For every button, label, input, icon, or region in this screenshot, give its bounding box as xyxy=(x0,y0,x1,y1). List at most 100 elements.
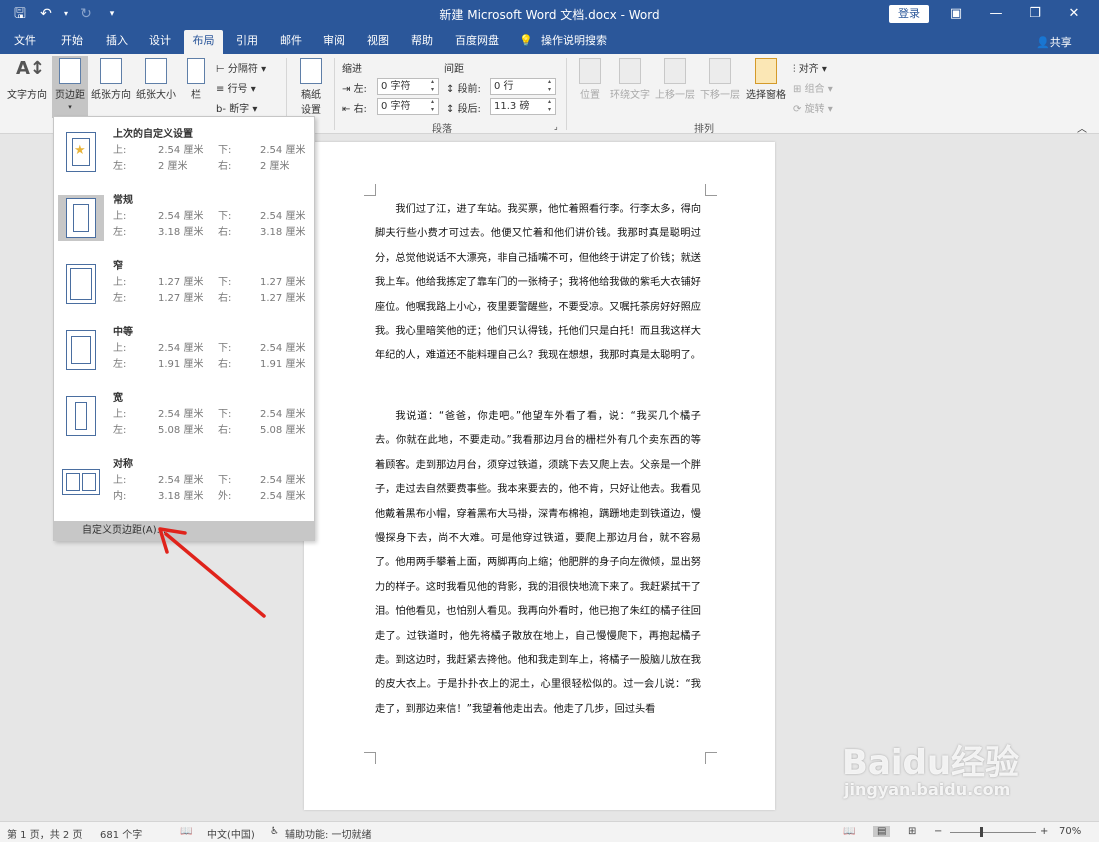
narrow-margins-icon xyxy=(58,261,104,307)
indent-left-input[interactable]: 0 字符 xyxy=(377,78,439,95)
spacing-before-input[interactable]: 0 行 xyxy=(490,78,556,95)
quick-access-toolbar: 🖫 ↶ ▾ ↻ ▾ xyxy=(10,4,122,24)
text-direction-label: 文字方向 xyxy=(7,90,47,101)
tab-file[interactable]: 文件 xyxy=(8,30,42,54)
word-count[interactable]: 681 个字 xyxy=(100,826,142,841)
spacing-after-input[interactable]: 11.3 磅 xyxy=(490,98,556,115)
margin-option-normal[interactable]: 常规 上: 2.54 厘米 下: 2.54 厘米 左: 3.18 厘米 右: 3… xyxy=(54,187,314,253)
close-button[interactable]: ✕ xyxy=(1056,0,1092,30)
send-backward-button[interactable]: 下移一层 xyxy=(698,58,742,118)
tell-me-search[interactable]: 操作说明搜索 xyxy=(538,30,610,54)
wide-margins-icon xyxy=(58,393,104,439)
save-icon[interactable]: 🖫 xyxy=(10,4,30,24)
sign-in-button[interactable]: 登录 xyxy=(889,5,929,23)
title-bar: 🖫 ↶ ▾ ↻ ▾ 新建 Microsoft Word 文档.docx - Wo… xyxy=(0,0,1099,30)
position-button[interactable]: 位置 xyxy=(574,58,606,118)
columns-button[interactable]: 栏 xyxy=(184,58,208,118)
spacing-before-icon: ↕ xyxy=(446,84,458,95)
text-direction-icon: A↕ xyxy=(16,58,46,79)
align-button[interactable]: ⫶ 对齐 ▾ xyxy=(793,60,827,75)
zoom-in-button[interactable]: + xyxy=(1040,826,1048,837)
paragraph-dialog-launcher-icon[interactable]: ⌟ xyxy=(554,122,558,131)
group-button[interactable]: ⊞ 组合 ▾ xyxy=(793,80,833,95)
accessibility-status[interactable]: 辅助功能: 一切就绪 xyxy=(285,826,372,841)
tab-view[interactable]: 视图 xyxy=(360,30,396,54)
margin-option-moderate[interactable]: 中等 上: 2.54 厘米 下: 2.54 厘米 左: 1.91 厘米 右: 1… xyxy=(54,319,314,385)
undo-dropdown-icon[interactable]: ▾ xyxy=(62,4,70,24)
document-paragraph-1[interactable]: 我们过了江，进了车站。我买票，他忙着照看行李。行李太多，得向脚夫行些小费才可过去… xyxy=(375,198,701,369)
collapse-ribbon-icon[interactable]: ︿ xyxy=(1077,120,1087,135)
person-icon: 👤 xyxy=(1036,36,1050,49)
web-layout-icon[interactable]: ⊞ xyxy=(908,826,916,837)
spacing-after-icon: ↕ xyxy=(446,104,458,115)
margins-icon xyxy=(59,58,81,84)
hyphenation-label: 断字 xyxy=(229,104,250,115)
columns-label: 栏 xyxy=(191,90,201,101)
tab-design[interactable]: 设计 xyxy=(142,30,178,54)
draft-paper-button[interactable]: 稿纸 设置 xyxy=(294,58,328,118)
margins-dropdown: ★ 上次的自定义设置 上: 2.54 厘米 下: 2.54 厘米 左: 2 厘米… xyxy=(53,116,315,541)
zoom-slider-track[interactable] xyxy=(950,832,1036,833)
indent-left-label: ⇥ 左: xyxy=(342,84,367,95)
read-mode-icon[interactable]: 📖 xyxy=(843,826,855,837)
zoom-out-button[interactable]: − xyxy=(934,826,942,837)
tab-layout[interactable]: 布局 xyxy=(184,30,223,54)
wrap-text-button[interactable]: 环绕文字 xyxy=(608,58,652,118)
restore-button[interactable]: ❐ xyxy=(1017,0,1053,30)
selection-pane-label: 选择窗格 xyxy=(746,90,786,101)
option-name: 窄 xyxy=(113,261,123,272)
size-button[interactable]: 纸张大小 xyxy=(134,58,178,118)
group-label: 组合 xyxy=(804,84,825,95)
proofing-icon[interactable]: 📖 xyxy=(180,826,192,837)
print-layout-icon[interactable]: ▤ xyxy=(873,826,891,837)
tab-baidu-netdisk[interactable]: 百度网盘 xyxy=(448,30,506,54)
ribbon-tabs: 文件 开始 插入 设计 布局 引用 邮件 审阅 视图 帮助 百度网盘 💡 操作说… xyxy=(0,30,1099,54)
share-button[interactable]: 👤共享 xyxy=(1036,34,1072,50)
tab-review[interactable]: 审阅 xyxy=(316,30,352,54)
margin-option-narrow[interactable]: 窄 上: 1.27 厘米 下: 1.27 厘米 左: 1.27 厘米 右: 1.… xyxy=(54,253,314,319)
undo-icon[interactable]: ↶ xyxy=(36,4,56,24)
margin-option-wide[interactable]: 宽 上: 2.54 厘米 下: 2.54 厘米 左: 5.08 厘米 右: 5.… xyxy=(54,385,314,451)
redo-icon[interactable]: ↻ xyxy=(76,4,96,24)
tab-insert[interactable]: 插入 xyxy=(99,30,135,54)
orientation-button[interactable]: 纸张方向 xyxy=(90,58,132,118)
option-name: 上次的自定义设置 xyxy=(113,129,193,140)
breaks-button[interactable]: ⊢ 分隔符 ▾ xyxy=(216,60,266,75)
position-label: 位置 xyxy=(580,90,600,101)
paper-size-icon xyxy=(145,58,167,84)
rotate-button[interactable]: ⟳ 旋转 ▾ xyxy=(793,100,833,115)
custom-margins-button[interactable]: 自定义页边距(A)... xyxy=(54,521,314,541)
zoom-slider-thumb[interactable] xyxy=(980,827,983,837)
spacing-header: 间距 xyxy=(444,64,464,75)
margin-option-mirrored[interactable]: 对称 上: 2.54 厘米 下: 2.54 厘米 内: 3.18 厘米 外: 2… xyxy=(54,451,314,517)
columns-icon xyxy=(187,58,205,84)
rotate-label: 旋转 xyxy=(804,104,825,115)
language-indicator[interactable]: 中文(中国) xyxy=(207,826,255,841)
tab-references[interactable]: 引用 xyxy=(229,30,265,54)
tab-home[interactable]: 开始 xyxy=(54,30,90,54)
option-name: 宽 xyxy=(113,393,123,404)
line-numbers-button[interactable]: ≡ 行号 ▾ xyxy=(216,80,256,95)
send-backward-label: 下移一层 xyxy=(700,90,740,101)
document-paragraph-2[interactable]: 我说道：“爸爸，你走吧。”他望车外看了看，说：“我买几个橘子去。你就在此地，不要… xyxy=(375,405,701,749)
margins-button[interactable]: 页边距 ▾ xyxy=(52,56,88,118)
hyphenation-button[interactable]: b- 断字 ▾ xyxy=(216,100,257,115)
text-direction-button[interactable]: A↕ 文字方向 xyxy=(4,58,50,118)
margin-corner-mark xyxy=(364,752,376,764)
tab-mailings[interactable]: 邮件 xyxy=(273,30,309,54)
tab-help[interactable]: 帮助 xyxy=(404,30,440,54)
page-count[interactable]: 第 1 页，共 2 页 xyxy=(7,826,82,841)
margin-option-last-custom[interactable]: ★ 上次的自定义设置 上: 2.54 厘米 下: 2.54 厘米 左: 2 厘米… xyxy=(54,121,314,187)
star-icon: ★ xyxy=(74,143,86,158)
divider xyxy=(334,58,335,130)
ribbon-display-options-icon[interactable]: ▣ xyxy=(938,0,974,30)
draft-paper-icon xyxy=(300,58,322,84)
indent-header: 缩进 xyxy=(342,64,362,75)
selection-pane-button[interactable]: 选择窗格 xyxy=(743,58,789,118)
indent-right-input[interactable]: 0 字符 xyxy=(377,98,439,115)
bring-forward-button[interactable]: 上移一层 xyxy=(653,58,697,118)
lightbulb-icon: 💡 xyxy=(519,34,533,47)
customize-qat-icon[interactable]: ▾ xyxy=(102,4,122,24)
minimize-button[interactable]: — xyxy=(978,0,1014,30)
zoom-level[interactable]: 70% xyxy=(1059,826,1081,837)
